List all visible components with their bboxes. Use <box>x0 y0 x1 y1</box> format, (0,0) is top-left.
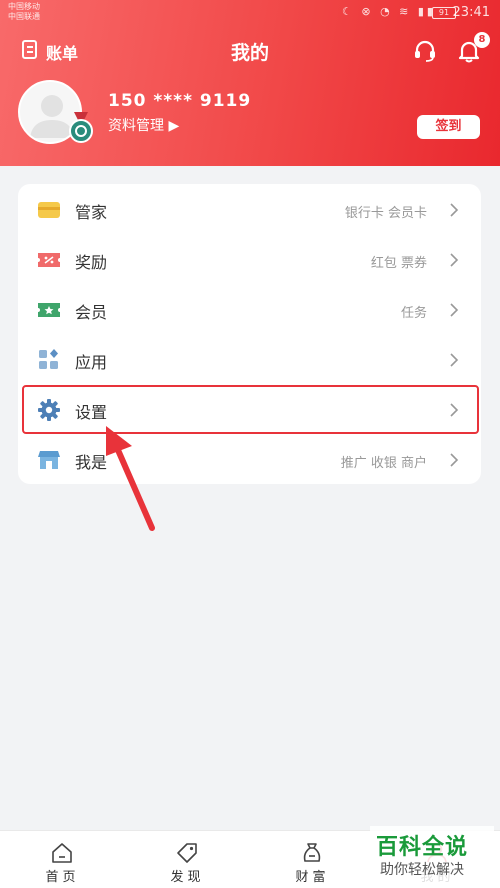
baike-watermark: 百科全说 助你轻松解决 <box>370 826 494 886</box>
tab-home[interactable]: 首页 <box>0 831 125 888</box>
carrier-1: 中国移动 <box>8 2 40 11</box>
tab-label: 首页 <box>45 870 80 885</box>
system-status-icons: ☾ ⊗ ◔ ≋ ▮▮ <box>342 5 436 18</box>
chevron-right-icon <box>450 303 459 317</box>
menu-item-label: 应用 <box>75 353 108 372</box>
masked-phone-number: 150 **** 9119 <box>108 91 252 111</box>
chevron-right-icon <box>450 453 459 467</box>
store-icon <box>38 451 60 469</box>
watermark-subtitle: 助你轻松解决 <box>380 862 464 878</box>
checkin-button[interactable]: 签到 <box>417 115 480 139</box>
tab-label: 财富 <box>295 870 330 885</box>
settings-highlight-box <box>22 385 479 434</box>
profile-management-link[interactable]: 资料管理 ▶ <box>108 115 179 135</box>
menu-item-merchant[interactable]: 我是 推广 收银 商户 <box>18 435 481 485</box>
menu-item-butler[interactable]: 管家 银行卡 会员卡 <box>18 185 481 235</box>
vip-ticket-icon <box>38 303 60 317</box>
menu-item-apps[interactable]: 应用 <box>18 335 481 385</box>
menu-item-subtitle: 推广 收银 商户 <box>340 456 427 471</box>
home-icon <box>52 843 72 863</box>
watermark-title: 百科全说 <box>376 835 469 860</box>
money-bag-icon <box>303 843 321 862</box>
pointer-arrow-icon <box>106 426 155 531</box>
profile-header: 中国移动 中国联通 ☾ ⊗ ◔ ≋ ▮▮ 91 23:41 账单 我的 8 15… <box>0 0 500 166</box>
menu-item-subtitle: 红包 票券 <box>370 256 427 271</box>
menu-list: 管家 银行卡 会员卡 奖励 红包 票券 会员 任务 应用 设置 我是 推广 收银… <box>18 184 481 484</box>
carrier-info: 中国移动 中国联通 <box>8 2 40 22</box>
menu-item-rewards[interactable]: 奖励 红包 票券 <box>18 235 481 285</box>
status-clock: 23:41 <box>452 5 490 20</box>
chevron-right-icon <box>450 353 459 367</box>
customer-service-icon[interactable] <box>412 38 438 64</box>
member-medal-icon <box>69 112 93 143</box>
coupon-icon <box>38 253 60 267</box>
menu-item-subtitle: 银行卡 会员卡 <box>344 206 427 221</box>
menu-item-label: 奖励 <box>75 253 108 272</box>
menu-item-subtitle: 任务 <box>400 306 427 321</box>
tab-discover[interactable]: 发现 <box>125 831 250 888</box>
menu-item-label: 会员 <box>75 303 108 322</box>
status-bar: 中国移动 中国联通 ☾ ⊗ ◔ ≋ ▮▮ 91 23:41 <box>0 0 500 26</box>
menu-item-membership[interactable]: 会员 任务 <box>18 285 481 335</box>
apps-icon <box>39 349 58 369</box>
tab-wealth[interactable]: 财富 <box>250 831 375 888</box>
tab-label: 发现 <box>170 870 205 885</box>
notification-badge: 8 <box>474 32 490 48</box>
chevron-right-icon <box>450 203 459 217</box>
card-icon <box>38 202 60 218</box>
carrier-2: 中国联通 <box>8 12 40 21</box>
menu-item-label: 管家 <box>75 203 108 222</box>
tag-icon <box>177 843 197 863</box>
chevron-right-icon <box>450 253 459 267</box>
